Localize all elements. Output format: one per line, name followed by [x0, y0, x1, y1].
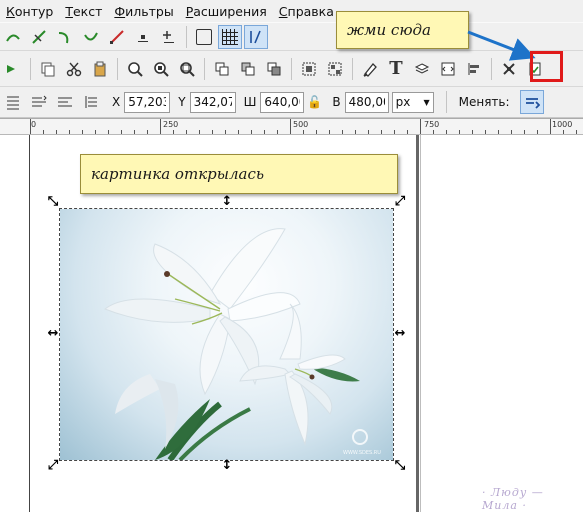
- author-watermark: · Люду — Мила ·: [482, 486, 544, 512]
- arrow-icon: [467, 30, 536, 61]
- highlight-frame: [530, 51, 563, 82]
